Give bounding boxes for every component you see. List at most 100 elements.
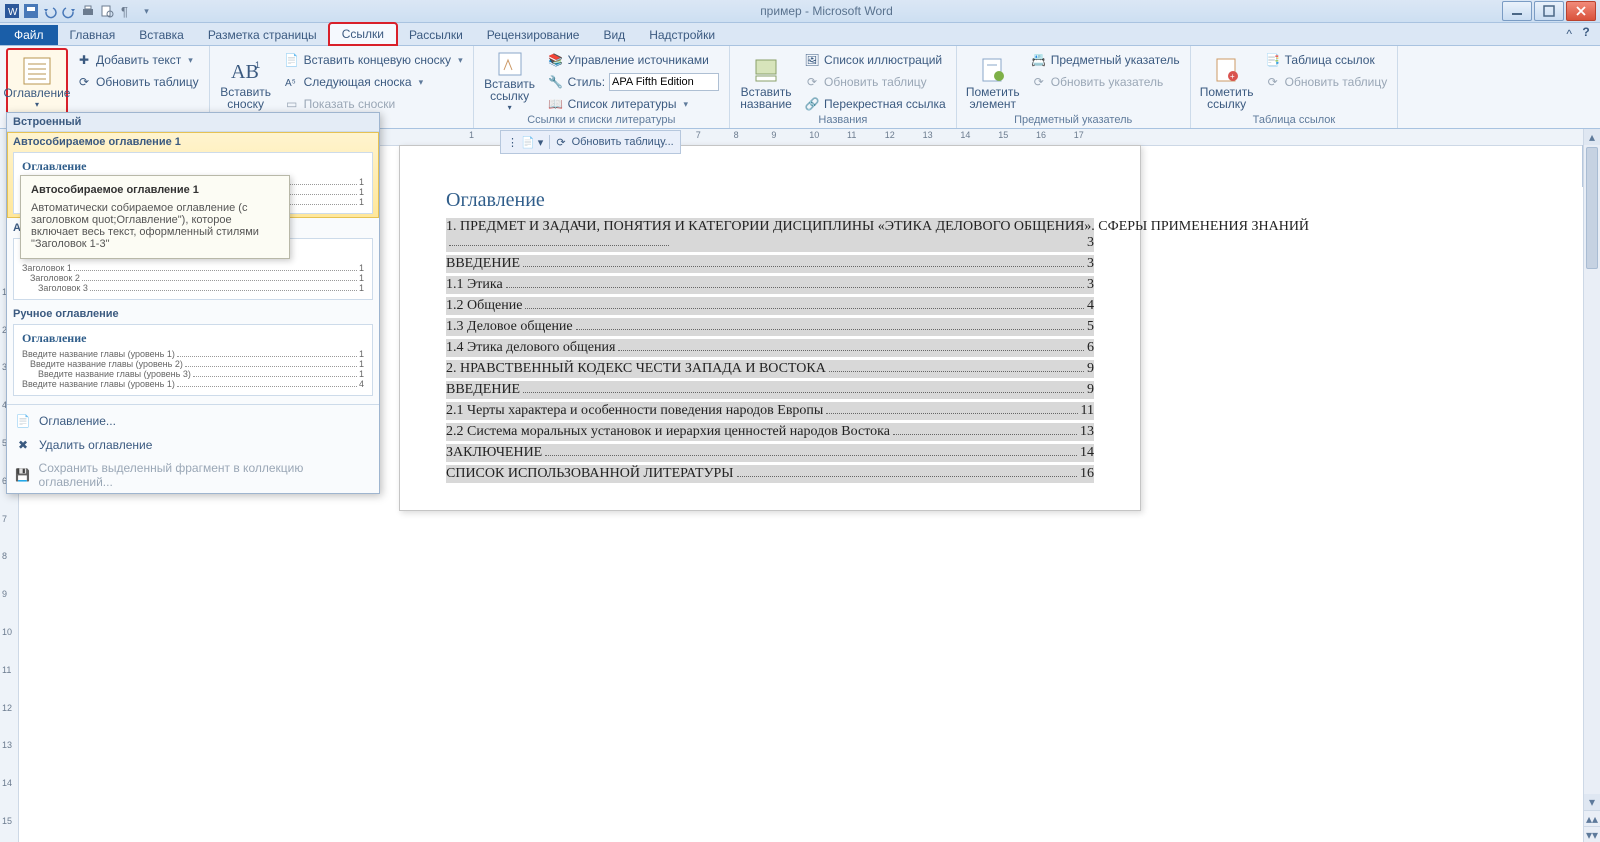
toc-title: Оглавление: [446, 188, 1094, 212]
document-page[interactable]: ⋮ 📄 ▾ ⟳ Обновить таблицу... Оглавление 1…: [399, 145, 1141, 511]
vertical-scrollbar[interactable]: ▴ ▾ ▴▴ ▾▾: [1583, 129, 1600, 842]
gallery-item-title: Автособираемое оглавление 1: [13, 136, 373, 148]
toc-entry[interactable]: ЗАКЛЮЧЕНИЕ14: [446, 444, 1094, 462]
toc-entry[interactable]: СПИСОК ИСПОЛЬЗОВАННОЙ ЛИТЕРАТУРЫ16: [446, 465, 1094, 483]
bibliography-button[interactable]: 📖Список литературы: [544, 94, 723, 114]
svg-text:A⁵: A⁵: [285, 78, 296, 89]
toc-entry[interactable]: 1. ПРЕДМЕТ И ЗАДАЧИ, ПОНЯТИЯ И КАТЕГОРИИ…: [446, 218, 1094, 252]
add-text-button[interactable]: ✚Добавить текст: [72, 50, 203, 70]
toc-button[interactable]: Оглавление ▾: [6, 48, 68, 116]
footnote-icon: AB1: [230, 54, 262, 86]
svg-text:+: +: [1230, 72, 1235, 81]
redo-icon[interactable]: [61, 3, 77, 19]
group-index: Пометить элемент 📇Предметный указатель ⟳…: [957, 46, 1191, 128]
gallery-cmd-remove-toc[interactable]: ✖Удалить оглавление: [7, 433, 379, 457]
tab-references[interactable]: Ссылки: [329, 23, 397, 45]
scroll-up-button[interactable]: ▴: [1584, 129, 1600, 145]
tab-insert[interactable]: Вставка: [127, 25, 196, 45]
mark-entry-icon: [977, 54, 1009, 86]
help-icon[interactable]: ?: [1578, 25, 1594, 41]
toc-update-label[interactable]: Обновить таблицу...: [572, 136, 674, 148]
tab-mailings[interactable]: Рассылки: [397, 25, 475, 45]
quick-access-toolbar: W ¶: [4, 3, 153, 19]
toc-field-menu-icon[interactable]: ⋮ 📄 ▾: [507, 136, 543, 149]
endnote-icon: 📄: [284, 52, 300, 68]
toc-entry[interactable]: 1.3 Деловое общение5: [446, 318, 1094, 336]
toc-entry[interactable]: 2.1 Черты характера и особенности поведе…: [446, 402, 1094, 420]
save-icon[interactable]: [23, 3, 39, 19]
title-bar: W ¶ пример - Microsoft Word: [0, 0, 1600, 23]
ribbon-collapse-icon[interactable]: ^: [1566, 27, 1572, 41]
crossref-icon: 🔗: [804, 96, 820, 112]
toc-entry[interactable]: 2. НРАВСТВЕННЫЙ КОДЕКС ЧЕСТИ ЗАПАДА И ВО…: [446, 360, 1094, 378]
citation-style-select[interactable]: 🔧Стиль:: [544, 72, 723, 92]
toc-update-icon[interactable]: ⟳: [556, 136, 565, 149]
toc-entry[interactable]: 1.4 Этика делового общения6: [446, 339, 1094, 357]
preview-icon[interactable]: [99, 3, 115, 19]
insert-caption-button[interactable]: Вставить название: [736, 48, 796, 114]
gallery-item-manual[interactable]: Ручное оглавление Оглавление Введите наз…: [7, 304, 379, 400]
next-footnote-icon: A⁵: [284, 74, 300, 90]
insert-endnote-button[interactable]: 📄Вставить концевую сноску: [280, 50, 467, 70]
paragraph-icon[interactable]: ¶: [118, 3, 134, 19]
window-title: пример - Microsoft Word: [153, 4, 1500, 18]
table-of-authorities-button[interactable]: 📑Таблица ссылок: [1261, 50, 1392, 70]
next-page-button[interactable]: ▾▾: [1584, 826, 1600, 842]
tab-review[interactable]: Рецензирование: [475, 25, 592, 45]
gallery-cmd-save-selection: 💾Сохранить выделенный фрагмент в коллекц…: [7, 457, 379, 493]
svg-text:1: 1: [255, 60, 260, 70]
toc-entry[interactable]: 1.2 Общение4: [446, 297, 1094, 315]
toc-entry[interactable]: 1.1 Этика3: [446, 276, 1094, 294]
prev-page-button[interactable]: ▴▴: [1584, 810, 1600, 826]
authorities-icon: 📑: [1265, 52, 1281, 68]
toc-entry[interactable]: ВВЕДЕНИЕ9: [446, 381, 1094, 399]
tab-view[interactable]: Вид: [591, 25, 637, 45]
manage-sources-button[interactable]: 📚Управление источниками: [544, 50, 723, 70]
group-authorities: + Пометить ссылку 📑Таблица ссылок ⟳Обнов…: [1191, 46, 1399, 128]
toc-entry[interactable]: 2.2 Система моральных установок и иерарх…: [446, 423, 1094, 441]
citation-style-input[interactable]: [609, 73, 719, 91]
toc-dialog-icon: 📄: [15, 413, 31, 429]
scroll-thumb[interactable]: [1586, 147, 1598, 269]
group-citations: Вставить ссылку▾ 📚Управление источниками…: [474, 46, 730, 128]
gallery-preview: Оглавление Введите название главы (урове…: [13, 324, 373, 396]
mark-citation-button[interactable]: + Пометить ссылку: [1197, 48, 1257, 114]
svg-text:W: W: [8, 7, 18, 18]
gallery-cmd-custom-toc[interactable]: 📄Оглавление...: [7, 409, 379, 433]
undo-icon[interactable]: [42, 3, 58, 19]
update-icon: ⟳: [1031, 74, 1047, 90]
mark-entry-button[interactable]: Пометить элемент: [963, 48, 1023, 114]
group-authorities-label: Таблица ссылок: [1197, 114, 1392, 128]
remove-icon: ✖: [15, 437, 31, 453]
update-icon: ⟳: [804, 74, 820, 90]
tab-home[interactable]: Главная: [58, 25, 128, 45]
qat-customize-icon[interactable]: [137, 3, 153, 19]
show-footnotes-button: ▭Показать сноски: [280, 94, 467, 114]
maximize-button[interactable]: [1534, 1, 1564, 21]
style-icon: 🔧: [548, 74, 564, 90]
toc-entries: 1. ПРЕДМЕТ И ЗАДАЧИ, ПОНЯТИЯ И КАТЕГОРИИ…: [446, 218, 1094, 483]
save-selection-icon: 💾: [15, 467, 31, 483]
toc-field-toolbar: ⋮ 📄 ▾ ⟳ Обновить таблицу...: [500, 130, 681, 154]
update-toc-button[interactable]: ⟳Обновить таблицу: [72, 72, 203, 92]
close-button[interactable]: [1566, 1, 1596, 21]
group-captions-label: Названия: [736, 114, 950, 128]
tab-layout[interactable]: Разметка страницы: [196, 25, 329, 45]
window-controls: [1500, 1, 1596, 21]
insert-footnote-button[interactable]: AB1 Вставить сноску: [216, 48, 276, 114]
print-icon[interactable]: [80, 3, 96, 19]
tab-addins[interactable]: Надстройки: [637, 25, 727, 45]
update-figures-button: ⟳Обновить таблицу: [800, 72, 950, 92]
scroll-down-button[interactable]: ▾: [1584, 794, 1600, 810]
toc-gallery: Встроенный Автособираемое оглавление 1 О…: [6, 112, 380, 494]
insert-citation-button[interactable]: Вставить ссылку▾: [480, 48, 540, 114]
update-icon: ⟳: [1265, 74, 1281, 90]
insert-index-button[interactable]: 📇Предметный указатель: [1027, 50, 1184, 70]
minimize-button[interactable]: [1502, 1, 1532, 21]
toc-entry[interactable]: ВВЕДЕНИЕ3: [446, 255, 1094, 273]
toc-button-label: Оглавление: [4, 87, 71, 99]
table-of-figures-button[interactable]: 🖼Список иллюстраций: [800, 50, 950, 70]
cross-reference-button[interactable]: 🔗Перекрестная ссылка: [800, 94, 950, 114]
tab-file[interactable]: Файл: [0, 25, 58, 45]
next-footnote-button[interactable]: A⁵Следующая сноска: [280, 72, 467, 92]
